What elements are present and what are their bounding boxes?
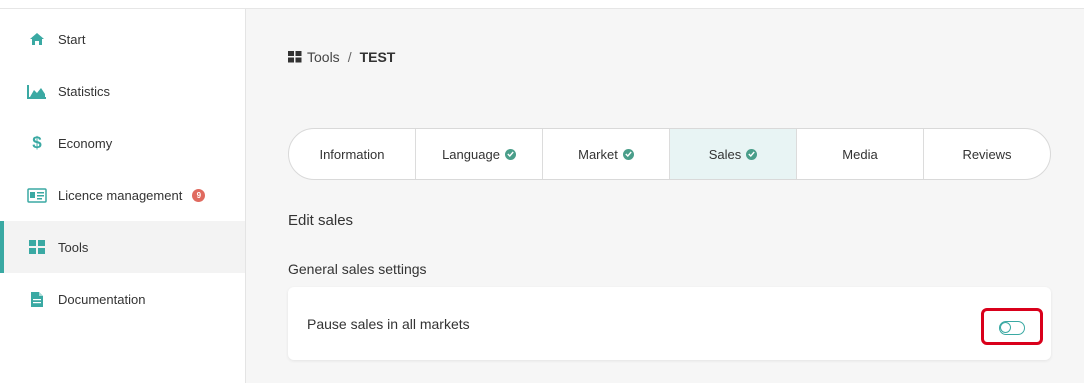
breadcrumb: Tools / TEST xyxy=(288,49,395,65)
sidebar-item-tools[interactable]: Tools xyxy=(0,221,245,273)
check-circle-icon xyxy=(746,148,758,160)
sidebar-item-label: Licence management xyxy=(58,187,183,203)
tab-label: Information xyxy=(319,146,385,162)
sidebar-item-label: Economy xyxy=(58,135,113,151)
top-bar xyxy=(0,0,1084,9)
sidebar: Start Statistics $ Economy Licence manag… xyxy=(0,9,246,383)
dollar-icon: $ xyxy=(32,133,42,152)
area-chart-icon xyxy=(26,82,48,100)
tab-media[interactable]: Media xyxy=(797,129,924,179)
id-card-icon xyxy=(26,186,48,204)
tab-label: Language xyxy=(442,146,500,162)
document-icon xyxy=(26,290,48,308)
setting-label: Pause sales in all markets xyxy=(307,316,470,332)
breadcrumb-parent-link[interactable]: Tools xyxy=(307,49,340,65)
sidebar-item-documentation[interactable]: Documentation xyxy=(0,273,245,325)
home-icon xyxy=(26,30,48,48)
grid-icon xyxy=(288,51,302,63)
section-title: Edit sales xyxy=(288,212,354,229)
check-circle-icon xyxy=(504,148,516,160)
sidebar-item-licence-management[interactable]: Licence management 9 xyxy=(0,169,245,221)
sidebar-item-label: Tools xyxy=(58,239,89,255)
main-content: Tools / TEST Information Language Market… xyxy=(246,9,1084,383)
sidebar-item-statistics[interactable]: Statistics xyxy=(0,65,245,117)
subsection-title: General sales settings xyxy=(288,261,427,277)
tab-information[interactable]: Information xyxy=(289,129,416,179)
notification-badge: 9 xyxy=(192,188,206,202)
breadcrumb-current: TEST xyxy=(359,49,396,65)
toggle-knob xyxy=(1000,322,1011,333)
tab-language[interactable]: Language xyxy=(416,129,543,179)
tab-sales[interactable]: Sales xyxy=(670,129,797,179)
tab-label: Media xyxy=(842,146,878,162)
tab-label: Sales xyxy=(708,146,742,162)
breadcrumb-separator: / xyxy=(347,49,352,65)
check-circle-icon xyxy=(622,148,634,160)
sidebar-item-economy[interactable]: $ Economy xyxy=(0,117,245,169)
sidebar-item-start[interactable]: Start xyxy=(0,13,245,65)
sidebar-item-label: Statistics xyxy=(58,83,111,99)
sidebar-item-label: Start xyxy=(58,31,86,47)
setting-card: Pause sales in all markets xyxy=(288,287,1051,360)
tab-label: Reviews xyxy=(962,146,1012,162)
tab-label: Market xyxy=(578,146,618,162)
grid-icon xyxy=(26,238,48,256)
tab-market[interactable]: Market xyxy=(543,129,670,179)
tab-reviews[interactable]: Reviews xyxy=(924,129,1050,179)
sidebar-item-label: Documentation xyxy=(58,291,146,307)
tab-bar: Information Language Market Sales Media … xyxy=(288,128,1051,180)
highlight-box xyxy=(981,308,1043,345)
pause-sales-toggle[interactable] xyxy=(999,321,1025,335)
